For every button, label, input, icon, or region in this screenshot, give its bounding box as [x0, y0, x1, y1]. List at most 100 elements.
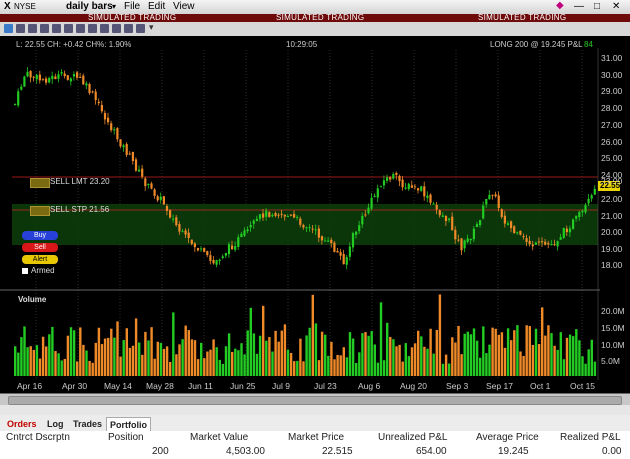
candle-body [224, 252, 227, 256]
candle-body [221, 256, 224, 258]
candle-body [525, 238, 528, 242]
gear-icon[interactable] [100, 24, 109, 33]
menu-file[interactable]: File [124, 1, 140, 12]
indicator-icon[interactable] [124, 24, 133, 33]
pencil-icon[interactable] [28, 24, 37, 33]
bar-chart-icon[interactable] [76, 24, 85, 33]
limit-order-label[interactable]: SELL LMT 23.20 [50, 177, 110, 186]
exchange-label[interactable]: NYSE [14, 2, 36, 11]
col-market-value[interactable]: Market Value [190, 432, 248, 443]
volume-bar [262, 305, 265, 376]
candle-body [565, 228, 568, 233]
menu-view[interactable]: View [173, 1, 195, 12]
simulated-trading-bar: SIMULATED TRADING SIMULATED TRADING SIMU… [0, 13, 630, 22]
volume-bar [587, 349, 590, 376]
volume-bar [190, 339, 194, 376]
sell-button[interactable]: Sell [22, 243, 58, 252]
volume-bar [491, 327, 494, 376]
tab-portfolio[interactable]: Portfolio [106, 417, 151, 432]
candle-body [147, 183, 150, 185]
candle-body [410, 185, 413, 188]
zoom-in-icon[interactable] [52, 24, 61, 33]
menu-edit[interactable]: Edit [148, 1, 165, 12]
maximize-icon[interactable]: □ [594, 1, 600, 12]
candle-body [444, 216, 448, 222]
price-tick: 29.00 [601, 86, 623, 96]
chevron-down-icon[interactable]: ▾ [112, 2, 116, 11]
link-icon[interactable]: ◆ [556, 0, 564, 11]
price-volume-chart[interactable] [0, 36, 630, 400]
col-contract[interactable]: Cntrct Dscrptn [6, 432, 70, 443]
grid-icon[interactable] [136, 24, 145, 33]
crosshair-icon[interactable] [16, 24, 25, 33]
candle-body [358, 225, 361, 232]
cell-market-value: 4,503.00 [226, 446, 265, 457]
candle-body [488, 194, 491, 200]
col-position[interactable]: Position [108, 432, 144, 443]
candle-body [82, 75, 85, 85]
close-icon[interactable]: ✕ [612, 1, 620, 12]
volume-bar [283, 324, 287, 376]
stop-order-handle[interactable] [30, 206, 50, 216]
info-icon[interactable] [4, 24, 13, 33]
volume-bar [547, 325, 550, 376]
candle-body [454, 229, 457, 240]
table-row[interactable]: 200 4,503.00 22.515 654.00 19.245 0.00 [0, 445, 630, 459]
line-tool-icon[interactable] [40, 24, 49, 33]
col-realized-pnl[interactable]: Realized P&L [560, 432, 621, 443]
drawing-icon[interactable] [112, 24, 121, 33]
candle-icon[interactable] [88, 24, 97, 33]
zoom-out-icon[interactable] [64, 24, 73, 33]
col-market-price[interactable]: Market Price [288, 432, 344, 443]
cell-average-price: 19.245 [498, 446, 529, 457]
volume-bar [175, 354, 178, 376]
candle-body [63, 73, 66, 77]
candle-body [562, 228, 565, 238]
buy-button[interactable]: Buy [22, 231, 58, 240]
minimize-icon[interactable]: — [574, 1, 584, 12]
position-text: LONG 200 @ 19.245 P&L [490, 40, 583, 49]
col-average-price[interactable]: Average Price [476, 432, 539, 443]
alert-button[interactable]: Alert [22, 255, 58, 264]
candle-body [351, 233, 355, 248]
volume-bar [395, 346, 398, 376]
candle-body [41, 78, 45, 80]
candle-body [184, 230, 187, 235]
candle-body [457, 239, 460, 241]
candle-body [386, 177, 389, 181]
toolbar-chevron-icon[interactable]: ▾ [149, 22, 154, 33]
candle-body [150, 183, 153, 189]
col-unrealized-pnl[interactable]: Unrealized P&L [378, 432, 447, 443]
armed-checkbox[interactable] [22, 268, 28, 274]
volume-bar [503, 347, 507, 376]
candle-body [537, 241, 541, 243]
volume-bar [398, 344, 401, 376]
volume-bar [218, 359, 221, 376]
candle-body [417, 188, 420, 191]
candle-body [485, 198, 488, 205]
candle-body [541, 241, 544, 243]
candle-body [51, 75, 54, 80]
chart-area[interactable] [0, 36, 630, 400]
panel-splitter[interactable] [0, 405, 630, 415]
tab-log[interactable]: Log [44, 417, 67, 431]
candle-body [66, 75, 69, 80]
date-tick: May 14 [104, 381, 132, 391]
volume-bar [128, 347, 132, 376]
volume-bar [38, 358, 42, 376]
candle-body [544, 241, 547, 245]
candle-body [206, 251, 209, 256]
volume-bar [475, 340, 479, 376]
volume-bar [420, 336, 423, 376]
volume-bar [457, 325, 460, 376]
price-tick: 19.00 [601, 244, 623, 254]
candle-body [203, 247, 206, 252]
price-tick: 31.00 [601, 53, 623, 63]
tab-trades[interactable]: Trades [70, 417, 105, 431]
stop-order-label[interactable]: SELL STP 21.56 [50, 205, 109, 214]
scroll-thumb[interactable] [8, 396, 622, 405]
symbol-label[interactable]: X [4, 1, 11, 12]
limit-order-handle[interactable] [30, 178, 50, 188]
period-dropdown[interactable]: daily bars [66, 1, 113, 12]
tab-orders[interactable]: Orders [4, 417, 40, 431]
